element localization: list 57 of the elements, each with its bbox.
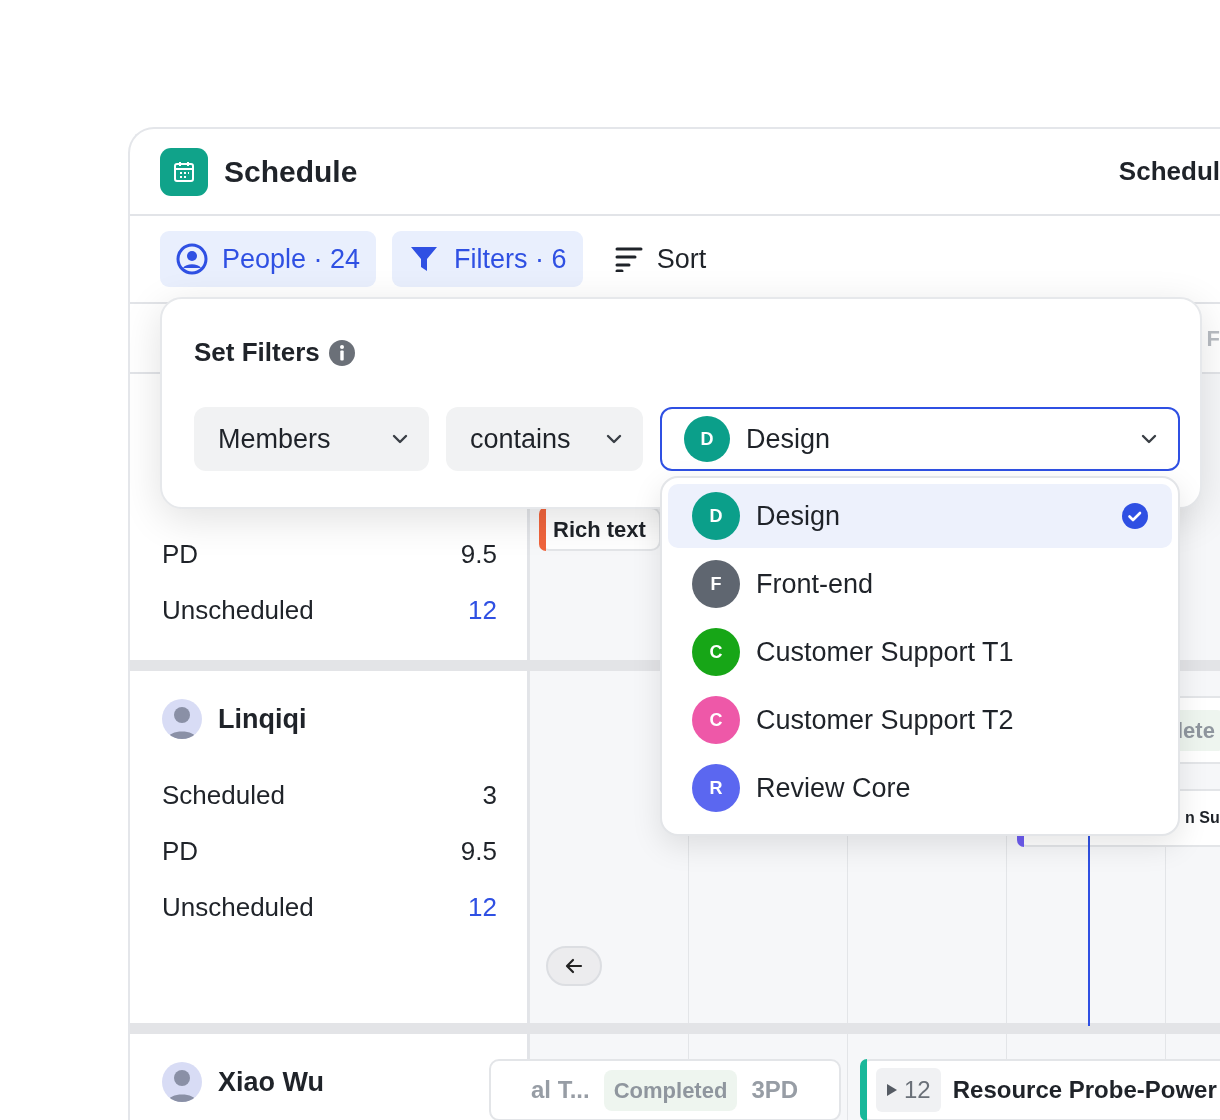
stat-label: Unscheduled <box>162 891 314 924</box>
popup-title: Set Filters <box>194 336 320 369</box>
person-name: Linqiqi <box>218 703 307 736</box>
person-icon <box>176 243 208 275</box>
app-title: Schedule <box>224 154 358 190</box>
team-avatar: D <box>684 416 730 462</box>
sort-button[interactable]: Sort <box>598 231 723 287</box>
stat-value: 3 <box>482 779 497 812</box>
task-card[interactable]: Rich text <box>539 507 661 551</box>
play-icon <box>886 1083 898 1097</box>
arrow-left-icon <box>565 958 583 974</box>
operator-select[interactable]: contains <box>446 407 643 471</box>
task-title: Rich text <box>553 515 646 544</box>
people-button[interactable]: People · 24 <box>160 231 377 287</box>
value-label: Design <box>746 422 831 456</box>
calendar-logo-icon <box>160 147 208 196</box>
avatar <box>162 699 202 740</box>
check-icon <box>1122 503 1148 529</box>
dropdown-option[interactable]: C Customer Support T1 <box>668 620 1172 684</box>
team-avatar: F <box>692 560 740 608</box>
group-count: 12 <box>904 1075 931 1105</box>
stat-label: PD <box>162 537 199 571</box>
task-card[interactable]: 12 Resource Probe-Power <box>860 1059 1220 1120</box>
team-avatar: C <box>692 696 740 744</box>
avatar <box>162 1062 202 1103</box>
back-arrow-button[interactable] <box>546 946 602 986</box>
team-avatar: R <box>692 764 740 812</box>
team-avatar: D <box>692 492 740 540</box>
task-title: n Su <box>1185 808 1220 828</box>
dropdown-option[interactable]: R Review Core <box>668 756 1172 820</box>
stat-value[interactable]: 12 <box>468 888 497 927</box>
day-label: F <box>1206 324 1220 353</box>
person-name: Xiao Wu <box>218 1066 324 1099</box>
field-select[interactable]: Members <box>194 407 429 471</box>
stat-value[interactable]: 12 <box>468 590 497 630</box>
stat-value: 9.5 <box>460 835 497 868</box>
estimate-label: 3PD <box>751 1075 799 1105</box>
info-icon <box>327 338 356 367</box>
dropdown-option[interactable]: C Customer Support T2 <box>668 688 1172 752</box>
dropdown-option[interactable]: F Front-end <box>668 552 1172 616</box>
chevron-down-icon <box>1140 433 1158 445</box>
team-avatar: C <box>692 628 740 676</box>
task-title: al T... <box>531 1075 590 1105</box>
expand-toggle[interactable]: 12 <box>876 1068 941 1112</box>
chevron-down-icon <box>605 433 623 445</box>
stat-label: PD <box>162 835 199 868</box>
view-title: Schedul <box>1118 155 1220 188</box>
dropdown-option[interactable]: D Design <box>668 484 1172 548</box>
filter-button[interactable]: Filters · 6 <box>392 231 583 287</box>
stat-label: Scheduled <box>162 779 285 812</box>
stat-value: 9.5 <box>460 537 497 571</box>
chevron-down-icon <box>391 433 409 445</box>
stat-label: Unscheduled <box>162 593 314 627</box>
task-title: Resource Probe-Power <box>952 1075 1217 1105</box>
value-select[interactable]: D Design <box>660 407 1180 471</box>
status-badge: Completed <box>603 1069 738 1111</box>
sort-icon <box>614 246 643 272</box>
